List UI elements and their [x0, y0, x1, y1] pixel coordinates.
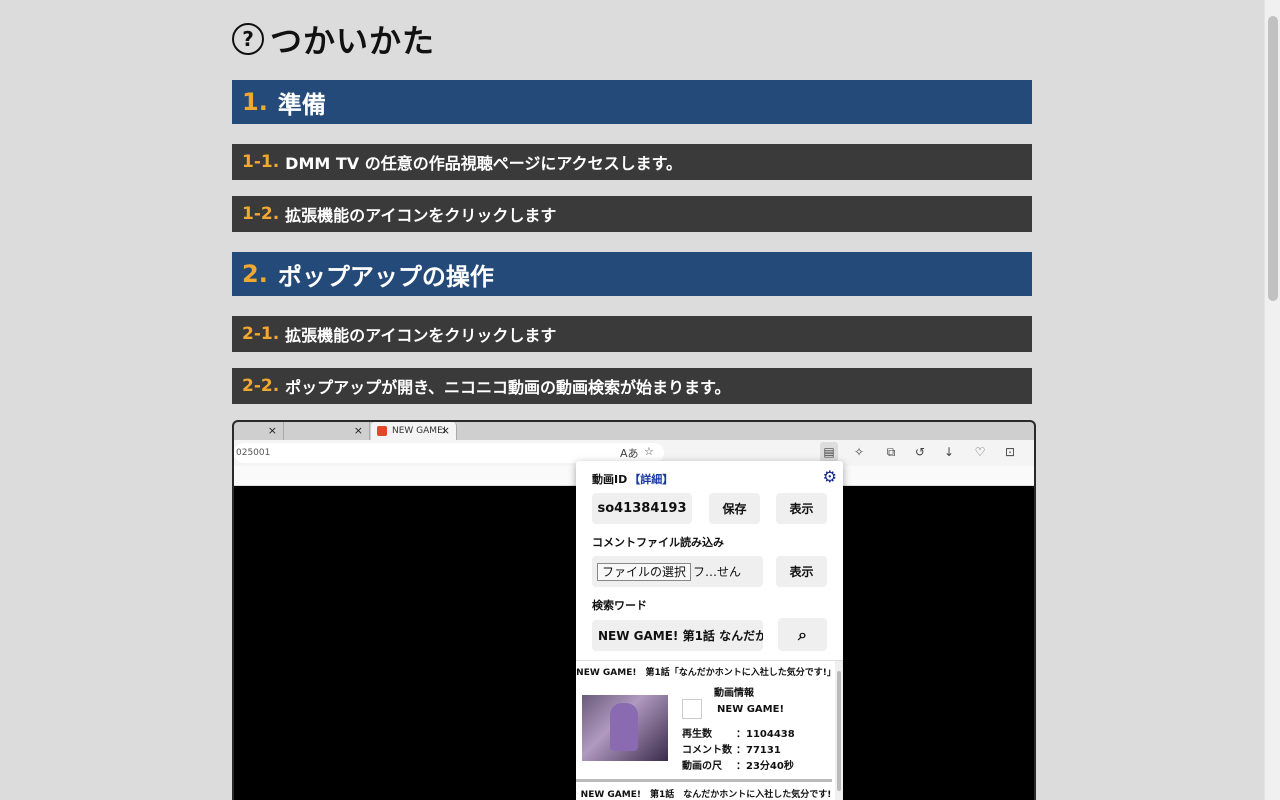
- close-icon[interactable]: ×: [268, 424, 277, 437]
- step-heading-1-2: 1-2. 拡張機能のアイコンをクリックします: [232, 196, 1032, 232]
- search-icon: ⌕: [798, 624, 807, 644]
- section-number: 1.: [242, 88, 268, 116]
- screenshot-icon[interactable]: ⊡: [1001, 442, 1019, 462]
- character-figure: [610, 703, 638, 751]
- step-heading-2-1: 2-1. 拡張機能のアイコンをクリックします: [232, 316, 1032, 352]
- save-button[interactable]: 保存: [709, 493, 760, 524]
- info-header: 動画情報: [714, 688, 754, 699]
- results-list: NEW GAME! 第1話「なんだかホントに入社した気分です!」 動画情報 NE…: [576, 660, 843, 800]
- duration-value: ：23分40秒: [736, 761, 794, 772]
- section-title: ポップアップの操作: [277, 262, 494, 291]
- search-word-label: 検索ワード: [592, 599, 647, 612]
- comments-value: ：77131: [736, 745, 781, 756]
- site-favicon: [377, 426, 387, 436]
- results-scroll-thumb[interactable]: [837, 671, 841, 791]
- video-id-field[interactable]: so41384193: [592, 493, 692, 524]
- question-icon: ?: [232, 23, 264, 55]
- close-icon[interactable]: ×: [354, 424, 363, 437]
- section-title: 準備: [277, 90, 326, 119]
- address-bar[interactable]: 025001: [234, 443, 664, 463]
- result-title[interactable]: NEW GAME! 第1話「なんだかホントに入社した気分です!」: [576, 665, 836, 678]
- result-title[interactable]: NEW GAME! 第1話 なんだかホントに入社した気分です!: [576, 787, 836, 800]
- browser-tab[interactable]: ×: [284, 422, 370, 440]
- detail-link[interactable]: 【詳細】: [629, 473, 673, 486]
- video-id-label: 動画ID 【詳細】: [592, 473, 674, 486]
- result-divider: [576, 779, 832, 782]
- browser-tab[interactable]: ×: [234, 422, 284, 440]
- extension-icon[interactable]: ▤: [820, 442, 838, 462]
- section-number: 2.: [242, 260, 268, 288]
- comment-show-button[interactable]: 表示: [776, 556, 827, 587]
- gear-icon[interactable]: ⚙: [823, 467, 837, 486]
- section-heading-2: 2. ポップアップの操作: [232, 252, 1032, 296]
- health-icon[interactable]: ♡: [971, 442, 989, 462]
- browser-tab-active[interactable]: NEW GAME! ×: [371, 422, 457, 440]
- page-title: ? つかいかた: [232, 18, 435, 60]
- tab-bar: × × NEW GAME! ×: [234, 422, 1034, 440]
- step-heading-2-2: 2-2. ポップアップが開き、ニコニコ動画の動画検索が始まります。: [232, 368, 1032, 404]
- search-button[interactable]: ⌕: [778, 618, 827, 651]
- result-thumbnail[interactable]: [582, 695, 668, 761]
- comments-label: コメント数: [682, 745, 732, 756]
- file-status: フ…せん: [693, 565, 742, 579]
- page-scrollbar[interactable]: [1264, 0, 1280, 800]
- browser-screenshot: × × NEW GAME! × 025001 Aあ ☆ ▤ ✧ ⧉ ↺ ↓ ♡ …: [232, 420, 1036, 800]
- step-number: 1-2.: [242, 204, 280, 224]
- tab-label: NEW GAME!: [392, 426, 447, 436]
- section-heading-1: 1. 準備: [232, 80, 1032, 124]
- extension-popup: 動画ID 【詳細】 ⚙ so41384193 保存 表示 コメントファイル読み込み…: [576, 461, 843, 800]
- comment-file-label: コメントファイル読み込み: [592, 536, 724, 549]
- step-text: 拡張機能のアイコンをクリックします: [285, 206, 557, 225]
- read-aloud-icon[interactable]: Aあ: [620, 445, 639, 461]
- step-number: 1-1.: [242, 152, 280, 172]
- file-input[interactable]: ファイルの選択 フ…せん: [592, 556, 763, 587]
- download-icon[interactable]: ↓: [940, 442, 958, 462]
- result-name: NEW GAME!: [717, 704, 785, 715]
- video-info-thumbnail: [682, 699, 702, 719]
- search-input[interactable]: NEW GAME! 第1話 なんだかホントに入社した気分です!: [592, 620, 763, 651]
- step-text: 拡張機能のアイコンをクリックします: [285, 326, 557, 345]
- step-text: DMM TV の任意の作品視聴ページにアクセスします。: [285, 154, 683, 173]
- step-number: 2-2.: [242, 376, 280, 396]
- collections-icon[interactable]: ⧉: [882, 442, 900, 462]
- puzzle-icon[interactable]: ✧: [850, 442, 868, 462]
- results-scrollbar[interactable]: [835, 661, 843, 800]
- plays-label: 再生数: [682, 729, 712, 740]
- page-title-text: つかいかた: [270, 22, 436, 60]
- close-icon[interactable]: ×: [441, 424, 450, 437]
- history-icon[interactable]: ↺: [911, 442, 929, 462]
- step-text: ポップアップが開き、ニコニコ動画の動画検索が始まります。: [285, 378, 731, 397]
- scrollbar-thumb[interactable]: [1268, 16, 1278, 301]
- show-button[interactable]: 表示: [776, 493, 827, 524]
- step-heading-1-1: 1-1. DMM TV の任意の作品視聴ページにアクセスします。: [232, 144, 1032, 180]
- step-number: 2-1.: [242, 324, 280, 344]
- plays-value: ：1104438: [736, 729, 795, 740]
- duration-label: 動画の尺: [682, 761, 722, 772]
- favorite-icon[interactable]: ☆: [644, 445, 654, 458]
- file-select-button[interactable]: ファイルの選択: [597, 562, 692, 581]
